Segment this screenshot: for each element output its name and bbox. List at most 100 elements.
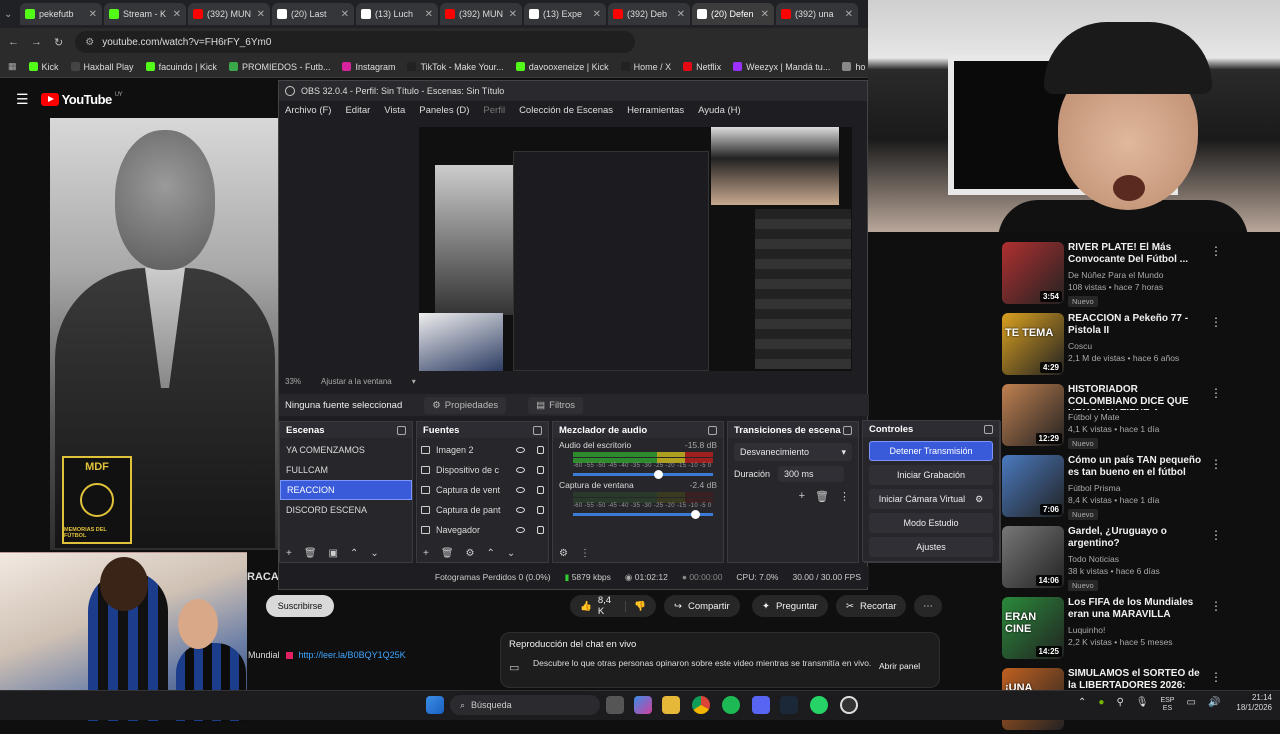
filters-button[interactable]: ▤ Filtros (528, 396, 584, 414)
obs-menu-item[interactable]: Editar (345, 105, 370, 116)
browser-tab[interactable]: (13) Expe ✕ (524, 3, 606, 25)
filter-icon[interactable]: ▣ (329, 548, 338, 559)
more-vertical-icon[interactable]: ⋮ (1210, 457, 1222, 471)
lock-icon[interactable] (537, 446, 544, 454)
browser-tab[interactable]: (13) Luch ✕ (356, 3, 438, 25)
steam-icon[interactable] (780, 696, 798, 714)
scene-item[interactable]: DISCORD ESCENA (280, 500, 412, 520)
lock-icon[interactable] (537, 506, 544, 514)
subscribe-button[interactable]: Suscribirse (266, 595, 334, 617)
recommendation-item[interactable]: ERAN CINE 14:25 Los FIFA de los Mundiales … (1000, 595, 1280, 663)
control-button[interactable]: Iniciar Cámara Virtual ⚙ (869, 489, 993, 509)
url-field[interactable]: ⚙ youtube.com/watch?v=FH6rFY_6Ym0 (75, 31, 636, 53)
undock-icon[interactable] (708, 425, 717, 435)
properties-button[interactable]: ⚙ Propiedades (424, 396, 507, 414)
video-thumbnail[interactable]: 7:06 (1002, 455, 1064, 517)
bookmark[interactable]: Home / X (620, 62, 671, 72)
taskbar-search[interactable]: ⌕ Búsqueda (450, 695, 600, 715)
discord-icon[interactable] (752, 696, 770, 714)
channel-name[interactable]: Luquinho! (1068, 625, 1105, 635)
recommendation-item[interactable]: 7:06 Cómo un país TAN pequeño es tan buen… (1000, 453, 1280, 521)
close-icon[interactable]: ✕ (173, 9, 181, 20)
transition-select[interactable]: Desvanecimiento ▾ (734, 443, 852, 461)
browser-tab[interactable]: (392) una ✕ (776, 3, 858, 25)
video-title[interactable]: RIVER PLATE! El Más Convocante Del Fútbo… (1068, 242, 1208, 266)
taskbar-clock[interactable]: 21:14 18/1/2026 (1216, 693, 1272, 713)
source-item[interactable]: Captura de vent (417, 480, 548, 500)
bookmark[interactable]: Haxball Play (70, 62, 134, 72)
more-vertical-icon[interactable]: ⋮ (1210, 599, 1222, 613)
slider-knob[interactable] (690, 510, 700, 519)
task-view-icon[interactable] (606, 696, 624, 714)
duration-input[interactable]: 300 ms (778, 466, 845, 482)
more-icon[interactable]: ⋮ (839, 490, 850, 503)
browser-tab[interactable]: Stream - K ✕ (104, 3, 186, 25)
like-button[interactable]: 👍 8,4 K 👎 (570, 595, 656, 617)
source-item[interactable]: Navegador (417, 520, 548, 540)
video-title[interactable]: REACCIÓN a Pekeño 77 - Pistola II (1068, 313, 1208, 337)
bookmark[interactable]: davooxeneize | Kick (515, 62, 609, 72)
chevron-down-icon[interactable]: ▾ (412, 377, 416, 386)
video-title[interactable]: Gardel, ¿Uruguayo o argentino? (1068, 526, 1208, 550)
source-item[interactable]: Dispositivo de c (417, 460, 548, 480)
file-explorer-icon[interactable] (662, 696, 680, 714)
add-icon[interactable]: + (799, 490, 805, 503)
close-icon[interactable]: ✕ (425, 9, 433, 20)
site-info-icon[interactable]: ⚙ (85, 37, 94, 48)
obs-preview[interactable] (419, 127, 852, 371)
source-item[interactable]: Captura de pant (417, 500, 548, 520)
add-icon[interactable]: + (286, 548, 292, 559)
close-icon[interactable]: ✕ (257, 9, 265, 20)
forward-icon[interactable]: → (31, 36, 42, 48)
bookmark[interactable]: ho (842, 62, 865, 72)
scene-item[interactable]: YA COMENZAMOS (280, 440, 412, 460)
bookmark[interactable]: Kick (28, 62, 59, 72)
video-thumbnail[interactable]: 12:29 (1002, 384, 1064, 446)
close-icon[interactable]: ✕ (509, 9, 517, 20)
open-chat-button[interactable]: Abrir panel (879, 661, 920, 671)
obs-menu-item[interactable]: Perfil (483, 105, 505, 116)
language-indicator[interactable]: ESP ES (1160, 697, 1174, 713)
channel-name[interactable]: Coscu (1068, 341, 1092, 351)
chrome-icon[interactable] (692, 696, 710, 714)
browser-tab[interactable]: (20) Defen ✕ (692, 3, 774, 25)
trash-icon[interactable]: 🗑 (304, 548, 317, 559)
reload-icon[interactable]: ↻ (54, 36, 63, 49)
channel-name[interactable]: Todo Noticias (1068, 554, 1119, 564)
network-icon[interactable]: ▭ (1186, 697, 1195, 713)
video-thumbnail[interactable]: 14:06 (1002, 526, 1064, 588)
video-thumbnail[interactable]: 3:54 (1002, 242, 1064, 304)
volume-slider[interactable] (573, 470, 713, 479)
eye-icon[interactable] (516, 507, 525, 513)
add-icon[interactable]: + (423, 548, 429, 559)
control-button[interactable]: Modo Estudio (869, 513, 993, 533)
video-title[interactable]: HISTORIADOR COLOMBIANO DICE QUE URUGUAY … (1068, 384, 1208, 410)
more-vertical-icon[interactable]: ⋮ (1210, 386, 1222, 400)
channel-name[interactable]: De Núñez Para el Mundo (1068, 270, 1163, 280)
more-vertical-icon[interactable]: ⋮ (1210, 315, 1222, 329)
bookmark[interactable]: TikTok - Make Your... (407, 62, 504, 72)
more-actions-button[interactable]: ⋯ (914, 595, 942, 617)
spotify-icon[interactable] (722, 696, 740, 714)
undock-icon[interactable] (397, 425, 406, 435)
close-icon[interactable]: ✕ (677, 9, 685, 20)
recommendation-item[interactable]: 3:54 RIVER PLATE! El Más Convocante Del F… (1000, 240, 1280, 308)
gear-icon[interactable]: ⚙ (466, 548, 475, 559)
whatsapp-icon[interactable] (810, 696, 828, 714)
obs-menu-item[interactable]: Vista (384, 105, 405, 116)
fit-to-window[interactable]: Ajustar a la ventana (321, 377, 392, 386)
close-icon[interactable]: ✕ (593, 9, 601, 20)
close-icon[interactable]: ✕ (89, 9, 97, 20)
chevron-up-icon[interactable]: ⌃ (1078, 697, 1086, 713)
recommendation-item[interactable]: TE TEMA 4:29 REACCIÓN a Pekeño 77 - Pistol… (1000, 311, 1280, 379)
trash-icon[interactable]: 🗑 (815, 490, 829, 503)
source-item[interactable]: Imagen 2 (417, 440, 548, 460)
lock-icon[interactable] (537, 486, 544, 494)
gear-icon[interactable]: ⚙ (975, 494, 983, 505)
obs-icon[interactable] (840, 696, 858, 714)
trash-icon[interactable]: 🗑 (441, 548, 454, 559)
obs-menu-item[interactable]: Archivo (F) (285, 105, 331, 116)
recommendation-item[interactable]: 14:06 Gardel, ¿Uruguayo o argentino? Todo … (1000, 524, 1280, 592)
scene-item[interactable]: REACCION (280, 480, 412, 500)
control-button[interactable]: Ajustes (869, 537, 993, 557)
